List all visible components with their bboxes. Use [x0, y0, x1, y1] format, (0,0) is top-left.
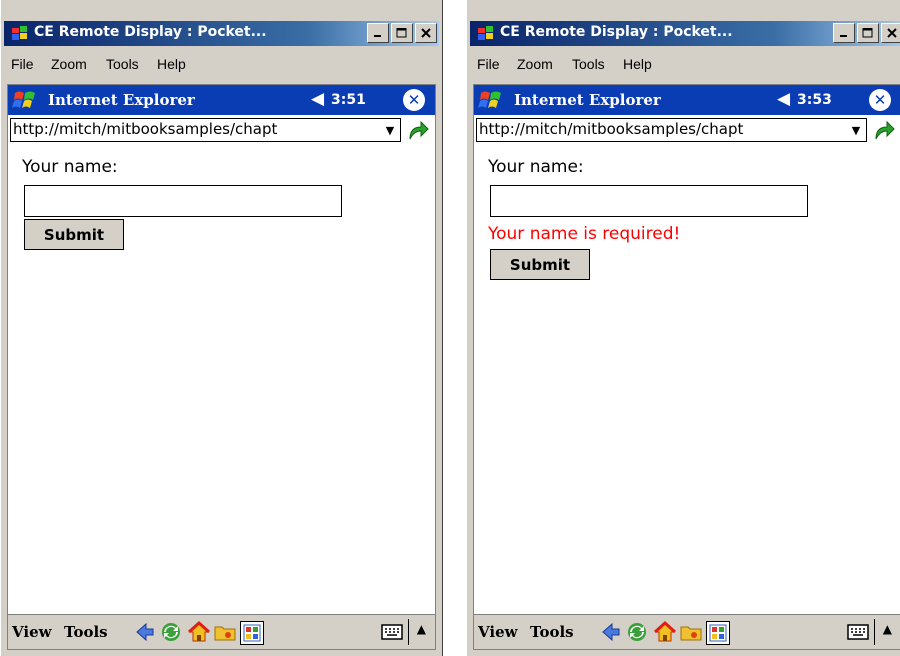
back-arrow-icon[interactable] — [600, 621, 622, 643]
keyboard-icon[interactable] — [381, 623, 403, 641]
menu-zoom[interactable]: Zoom — [51, 56, 87, 72]
menu-help[interactable]: Help — [623, 56, 652, 72]
dropdown-arrow-icon[interactable]: ▼ — [381, 121, 399, 139]
clock[interactable]: 3:53 — [797, 92, 832, 108]
menu-help[interactable]: Help — [157, 56, 186, 72]
menu-zoom[interactable]: Zoom — [517, 56, 553, 72]
window-titlebar[interactable]: CE Remote Display : Pocket... — [4, 21, 439, 46]
favorites-folder-icon[interactable] — [680, 621, 702, 643]
maximize-icon[interactable] — [857, 23, 879, 43]
ce-app-icon — [478, 26, 493, 40]
remote-display-window-right: CE Remote Display : Pocket... File Zoom … — [466, 0, 900, 656]
validation-error-message: Your name is required! — [488, 224, 681, 244]
navigation-bar: Internet Explorer ◀︎ 3:51 ✕ — [8, 85, 435, 115]
favorites-folder-icon[interactable] — [214, 621, 236, 643]
keyboard-icon[interactable] — [847, 623, 869, 641]
minimize-icon[interactable] — [367, 23, 389, 43]
home-icon[interactable] — [654, 621, 676, 643]
name-label: Your name: — [22, 157, 118, 177]
ce-app-icon — [12, 26, 27, 40]
address-bar: http://mitch/mitbooksamples/chapt ▼ — [474, 115, 900, 147]
maximize-icon[interactable] — [391, 23, 413, 43]
app-title: Internet Explorer — [514, 91, 661, 109]
window-title: CE Remote Display : Pocket... — [34, 24, 267, 40]
tools-menu[interactable]: Tools — [530, 623, 574, 641]
app-title: Internet Explorer — [48, 91, 195, 109]
menu-file[interactable]: File — [11, 56, 34, 72]
bottom-menu-bar: View Tools ▲ — [8, 614, 435, 649]
web-page: Your name: Submit — [8, 147, 435, 615]
close-circle-icon[interactable]: ✕ — [869, 89, 891, 111]
close-circle-icon[interactable]: ✕ — [403, 89, 425, 111]
menu-tools[interactable]: Tools — [106, 56, 139, 72]
name-input[interactable] — [24, 185, 342, 217]
menu-bar: File Zoom Tools Help — [470, 50, 900, 76]
refresh-icon[interactable] — [626, 621, 648, 643]
back-arrow-icon[interactable] — [134, 621, 156, 643]
name-input[interactable] — [490, 185, 808, 217]
windows-flag-icon[interactable] — [478, 88, 504, 112]
speaker-icon[interactable]: ◀︎ — [311, 89, 324, 109]
menu-file[interactable]: File — [477, 56, 500, 72]
dropdown-arrow-icon[interactable]: ▼ — [847, 121, 865, 139]
address-text: http://mitch/mitbooksamples/chapt — [13, 120, 278, 138]
windows-flag-icon[interactable] — [12, 88, 38, 112]
menu-bar: File Zoom Tools Help — [4, 50, 439, 76]
window-title: CE Remote Display : Pocket... — [500, 24, 733, 40]
sip-up-arrow-icon[interactable]: ▲ — [417, 622, 426, 636]
remote-display-window-left: CE Remote Display : Pocket... File Zoom … — [0, 0, 443, 656]
close-icon[interactable] — [881, 23, 900, 43]
separator — [874, 619, 875, 645]
minimize-icon[interactable] — [833, 23, 855, 43]
pocketpc-screen: Internet Explorer ◀︎ 3:53 ✕ http://mitch… — [473, 84, 900, 650]
speaker-icon[interactable]: ◀︎ — [777, 89, 790, 109]
close-icon[interactable] — [415, 23, 437, 43]
address-input[interactable]: http://mitch/mitbooksamples/chapt ▼ — [476, 118, 867, 142]
clock[interactable]: 3:51 — [331, 92, 366, 108]
tools-menu[interactable]: Tools — [64, 623, 108, 641]
home-icon[interactable] — [188, 621, 210, 643]
submit-button[interactable]: Submit — [24, 219, 124, 250]
go-arrow-icon[interactable] — [871, 119, 897, 143]
menu-tools[interactable]: Tools — [572, 56, 605, 72]
name-label: Your name: — [488, 157, 584, 177]
sip-up-arrow-icon[interactable]: ▲ — [883, 622, 892, 636]
refresh-icon[interactable] — [160, 621, 182, 643]
navigation-bar: Internet Explorer ◀︎ 3:53 ✕ — [474, 85, 900, 115]
separator — [408, 619, 409, 645]
view-menu[interactable]: View — [478, 623, 518, 641]
bottom-menu-bar: View Tools ▲ — [474, 614, 900, 649]
fit-to-screen-icon[interactable] — [706, 621, 730, 645]
fit-to-screen-icon[interactable] — [240, 621, 264, 645]
go-arrow-icon[interactable] — [405, 119, 431, 143]
address-bar: http://mitch/mitbooksamples/chapt ▼ — [8, 115, 435, 147]
submit-button[interactable]: Submit — [490, 249, 590, 280]
view-menu[interactable]: View — [12, 623, 52, 641]
window-titlebar[interactable]: CE Remote Display : Pocket... — [470, 21, 900, 46]
pocketpc-screen: Internet Explorer ◀︎ 3:51 ✕ http://mitch… — [7, 84, 436, 650]
address-input[interactable]: http://mitch/mitbooksamples/chapt ▼ — [10, 118, 401, 142]
address-text: http://mitch/mitbooksamples/chapt — [479, 120, 744, 138]
web-page: Your name: Your name is required! Submit — [474, 147, 900, 615]
